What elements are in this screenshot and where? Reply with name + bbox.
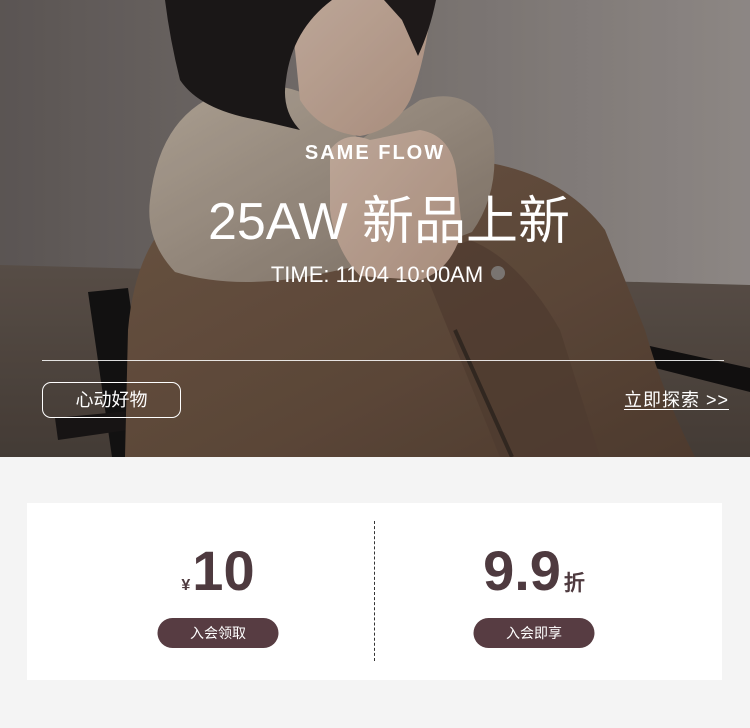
discount-unit: 折 [563, 572, 585, 595]
coupon-amount: 10 [192, 539, 255, 602]
coupon-discount-value: 9.9 折 [434, 543, 634, 599]
discount-rate: 9.9 [483, 539, 561, 602]
coupon-card: ¥10 入会领取 9.9 折 入会即享 [27, 503, 722, 680]
join-discount-button[interactable]: 入会即享 [473, 618, 595, 648]
dashed-divider [374, 521, 375, 661]
coupon-section: ¥10 入会领取 9.9 折 入会即享 [0, 457, 750, 728]
coupon-cash-value: ¥10 [118, 543, 318, 599]
hero-divider [42, 360, 724, 361]
favorite-picks-button[interactable]: 心动好物 [42, 382, 181, 418]
claim-membership-button[interactable]: 入会领取 [157, 618, 279, 648]
explore-now-link[interactable]: 立即探索 >> [624, 388, 729, 412]
hero-launch-time: TIME: 11/04 10:00AM [270, 262, 484, 287]
coupon-discount: 9.9 折 入会即享 [434, 503, 634, 680]
hero-title: 25AW 新品上新 [207, 193, 571, 251]
hero-banner[interactable]: SAME FLOW 25AW 新品上新 TIME: 11/04 10:00AM … [0, 0, 750, 457]
currency-symbol: ¥ [181, 577, 191, 594]
hero-eyebrow: SAME FLOW [304, 142, 446, 164]
coupon-cash: ¥10 入会领取 [118, 503, 318, 680]
